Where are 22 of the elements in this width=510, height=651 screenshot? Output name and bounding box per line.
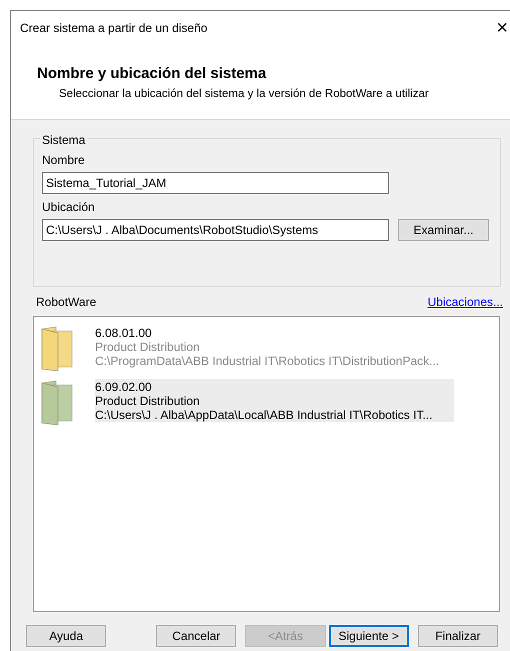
- dialog-button[interactable]: Cancelar: [156, 625, 236, 647]
- robotware-label: RobotWare: [36, 294, 96, 311]
- location-label: Ubicación: [42, 199, 95, 216]
- distribution-type: Product Distribution: [95, 340, 200, 354]
- locations-link[interactable]: Ubicaciones...: [428, 293, 503, 311]
- path-text: C:\ProgramData\ABB Industrial IT\Robotics IT\DistributionPack...: [95, 354, 440, 368]
- page-subtitle: Seleccionar la ubicación del sistema y la versión de RobotWare a utilizar: [58, 87, 430, 102]
- version-text: 6.09.02.00: [95, 380, 152, 394]
- location-field[interactable]: C:\Users\J . Alba\Documents\RobotStudio\Systems: [42, 219, 389, 241]
- dialog-button[interactable]: Ayuda: [26, 625, 106, 647]
- dialog-button[interactable]: Finalizar: [418, 625, 498, 647]
- dialog-button[interactable]: Siguiente >: [328, 625, 409, 647]
- name-field[interactable]: Sistema_Tutorial_JAM: [42, 172, 389, 194]
- version-text: 6.08.01.00: [95, 326, 152, 340]
- name-label: Nombre: [42, 152, 85, 169]
- browse-button[interactable]: Examinar...: [398, 219, 489, 241]
- robotware-item[interactable]: 6.09.02.00 Product Distribution C:\Users\J . Alba\AppData\Local\ABB Industrial IT\Robotics IT...: [95, 379, 454, 422]
- page-heading: Nombre y ubicación del sistema: [37, 65, 268, 83]
- path-text: C:\Users\J . Alba\AppData\Local\ABB Industrial IT\Robotics IT...: [95, 408, 432, 422]
- distribution-type: Product Distribution: [95, 394, 200, 408]
- close-button[interactable]: ×: [496, 18, 508, 38]
- window-title: Crear sistema a partir de un diseño: [20, 20, 208, 37]
